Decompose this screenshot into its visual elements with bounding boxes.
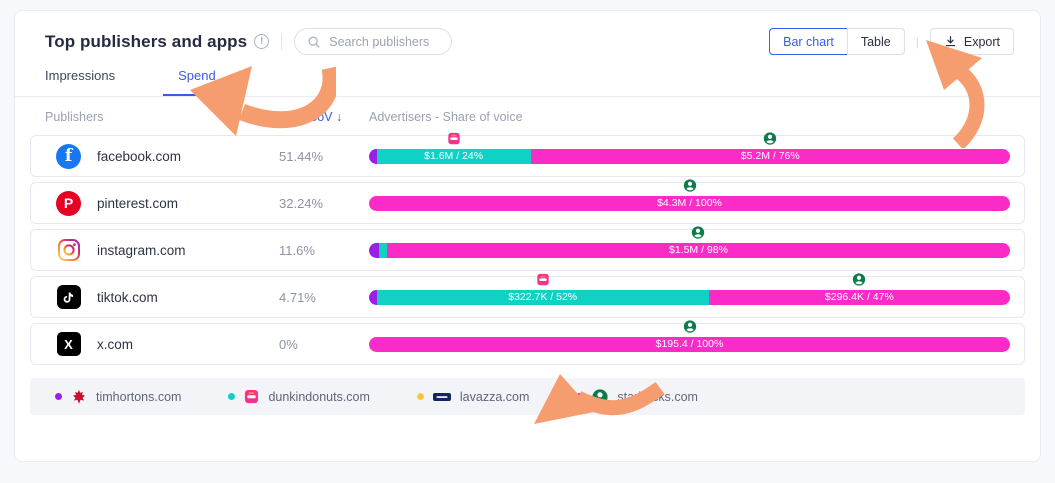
segment-label: $1.6M / 24% [424, 150, 483, 162]
segment-starbucks[interactable]: $1.5M / 98% [387, 243, 1010, 258]
col-header-total-sov[interactable]: Total SoV ↓ [279, 110, 369, 124]
tabs-bar: Impressions Spend [15, 68, 1040, 97]
legend-item-dunkindonuts[interactable]: dunkindonuts.com [228, 389, 369, 404]
starbucks-icon [853, 273, 866, 286]
publishers-table: f facebook.com 51.44% $1.6M / 24% $5.2M … [15, 135, 1040, 365]
segment-dunkindonuts[interactable] [379, 243, 387, 258]
top-publishers-card: Top publishers and apps ! Bar chart Tabl… [14, 10, 1041, 462]
table-button[interactable]: Table [847, 28, 905, 55]
tiktok-icon [56, 285, 81, 310]
advertisers-legend: timhortons.com dunkindonuts.com lavazza.… [30, 378, 1025, 415]
tab-spend[interactable]: Spend [163, 68, 231, 96]
download-icon [944, 35, 957, 48]
segment-label: $5.2M / 76% [741, 150, 800, 162]
lavazza-icon [433, 392, 451, 402]
col-header-publishers: Publishers [45, 110, 279, 124]
dunkindonuts-icon [244, 389, 259, 404]
publisher-name[interactable]: x.com [97, 337, 133, 352]
starbucks-icon [592, 389, 608, 405]
search-icon [307, 35, 321, 49]
legend-dot [55, 393, 62, 400]
table-row-tiktok: tiktok.com 4.71% $322.7K / 52% $296.4K /… [30, 276, 1025, 318]
table-row-facebook: f facebook.com 51.44% $1.6M / 24% $5.2M … [30, 135, 1025, 177]
export-label: Export [964, 35, 1000, 49]
segment-dunkindonuts[interactable]: $1.6M / 24% [377, 149, 531, 164]
publisher-name[interactable]: tiktok.com [97, 290, 158, 305]
header-divider [281, 34, 282, 50]
export-button[interactable]: Export [930, 28, 1014, 55]
starbucks-icon [683, 179, 696, 192]
segment-starbucks[interactable]: $4.3M / 100% [369, 196, 1010, 211]
legend-item-timhortons[interactable]: timhortons.com [55, 389, 181, 405]
publisher-name[interactable]: facebook.com [97, 149, 181, 164]
segment-starbucks[interactable]: $296.4K / 47% [709, 290, 1010, 305]
legend-item-starbucks[interactable]: starbucks.com [576, 389, 698, 405]
total-sov-value: 11.6% [279, 243, 369, 258]
legend-label: lavazza.com [460, 390, 529, 404]
sov-bar: $1.5M / 98% [369, 243, 1010, 258]
col-header-advertisers: Advertisers - Share of voice [369, 110, 1014, 124]
segment-timhortons[interactable] [369, 243, 379, 258]
segment-label: $1.5M / 98% [669, 244, 728, 256]
facebook-icon: f [56, 144, 81, 169]
table-row-x: X x.com 0% $195.4 / 100% [30, 323, 1025, 365]
starbucks-icon [692, 226, 705, 239]
search-input[interactable] [329, 35, 439, 49]
bar-chart-button[interactable]: Bar chart [769, 28, 848, 55]
legend-dot [417, 393, 424, 400]
sov-bar: $322.7K / 52% $296.4K / 47% [369, 290, 1010, 305]
x-icon: X [56, 332, 81, 357]
segment-timhortons[interactable] [369, 149, 377, 164]
total-sov-value: 32.24% [279, 196, 369, 211]
legend-dot [576, 393, 583, 400]
legend-item-lavazza[interactable]: lavazza.com [417, 390, 529, 404]
sov-bar: $195.4 / 100% [369, 337, 1010, 352]
segment-label: $195.4 / 100% [656, 338, 724, 350]
card-header: Top publishers and apps ! Bar chart Tabl… [15, 11, 1040, 55]
starbucks-icon [683, 320, 696, 333]
page-title: Top publishers and apps [45, 32, 247, 52]
buttons-divider: | [916, 35, 919, 49]
table-row-pinterest: P pinterest.com 32.24% $4.3M / 100% [30, 182, 1025, 224]
info-icon[interactable]: ! [254, 34, 269, 49]
table-row-instagram: instagram.com 11.6% $1.5M / 98% [30, 229, 1025, 271]
legend-label: timhortons.com [96, 390, 181, 404]
publisher-name[interactable]: instagram.com [97, 243, 186, 258]
segment-starbucks[interactable]: $195.4 / 100% [369, 337, 1010, 352]
starbucks-icon [764, 132, 777, 145]
table-column-headers: Publishers Total SoV ↓ Advertisers - Sha… [15, 98, 1040, 135]
sov-bar: $4.3M / 100% [369, 196, 1010, 211]
sov-bar: $1.6M / 24% $5.2M / 76% [369, 149, 1010, 164]
legend-label: dunkindonuts.com [268, 390, 369, 404]
timhortons-maple-leaf-icon [71, 389, 87, 405]
instagram-icon [56, 238, 81, 263]
dunkindonuts-icon [536, 273, 549, 286]
total-sov-value: 0% [279, 337, 369, 352]
legend-label: starbucks.com [617, 390, 698, 404]
pinterest-icon: P [56, 191, 81, 216]
segment-starbucks[interactable]: $5.2M / 76% [531, 149, 1010, 164]
segment-timhortons[interactable] [369, 290, 377, 305]
segment-label: $322.7K / 52% [508, 291, 577, 303]
segment-label: $4.3M / 100% [657, 197, 722, 209]
total-sov-value: 4.71% [279, 290, 369, 305]
segment-label: $296.4K / 47% [825, 291, 894, 303]
tab-impressions[interactable]: Impressions [45, 68, 115, 96]
dunkindonuts-icon [447, 132, 460, 145]
publisher-name[interactable]: pinterest.com [97, 196, 178, 211]
legend-dot [228, 393, 235, 400]
total-sov-value: 51.44% [279, 149, 369, 164]
segment-dunkindonuts[interactable]: $322.7K / 52% [377, 290, 709, 305]
search-box[interactable] [294, 28, 452, 55]
